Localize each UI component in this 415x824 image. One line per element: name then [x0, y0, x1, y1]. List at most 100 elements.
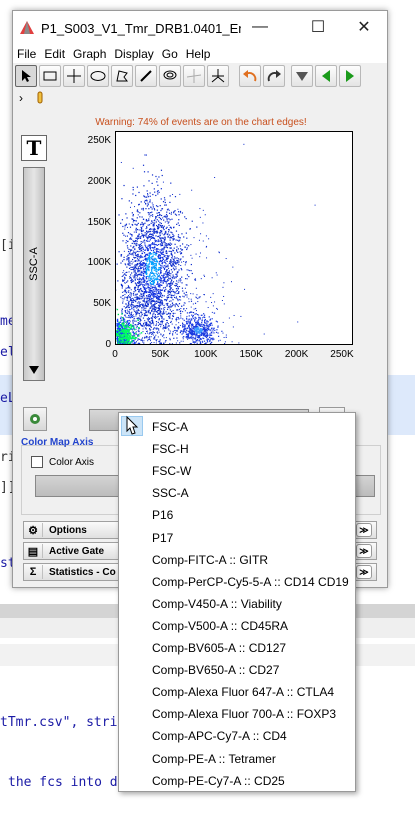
pointer-icon [22, 70, 31, 82]
menu-edit[interactable]: Edit [44, 47, 65, 61]
scatter-plot[interactable] [115, 131, 353, 345]
checkbox-box[interactable] [31, 456, 43, 468]
parameter-option[interactable]: FSC-H [152, 442, 189, 456]
window-title: P1_S003_V1_Tmr_DRB1.0401_Enr.fcs: ... [41, 20, 241, 36]
parameter-option[interactable]: Comp-PE-A :: Tetramer [152, 752, 276, 766]
y-axis-label: SSC-A [28, 247, 40, 281]
parameter-option[interactable]: SSC-A [152, 486, 189, 500]
x-tick-label: 200K [284, 349, 309, 360]
rectangle-tool-button[interactable] [39, 65, 61, 87]
parameter-option[interactable]: Comp-V500-A :: CD45RA [152, 619, 288, 633]
parameter-option[interactable]: Comp-BV605-A :: CD127 [152, 641, 286, 655]
parameter-dropdown-list: FSC-AFSC-HFSC-WSSC-AP16P17Comp-FITC-A ::… [118, 412, 356, 792]
ellipse-tool-button[interactable] [87, 65, 109, 87]
x-tick-label: 100K [194, 349, 218, 360]
crosshair-icon [67, 69, 81, 83]
x-tick-label: 250K [330, 349, 354, 360]
menu-help[interactable]: Help [186, 47, 211, 61]
dropdown-arrow-icon [29, 366, 39, 374]
y-axis-parameter-dropdown[interactable]: SSC-A [23, 167, 45, 381]
menu-go[interactable]: Go [162, 47, 178, 61]
y-tick-label: 150K [87, 216, 111, 228]
expand-chevron-icon[interactable]: › [19, 91, 23, 105]
parameter-option[interactable]: P16 [152, 508, 173, 522]
chevron-down-icon[interactable]: ≫ [356, 544, 372, 558]
arrow-left-icon [322, 70, 330, 82]
menu-graph[interactable]: Graph [73, 47, 106, 61]
active-gate-label: Active Gate [49, 545, 105, 557]
code-line: tTmr.csv", stri [0, 715, 118, 730]
test-tube-icon[interactable] [35, 91, 45, 105]
color-axis-checkbox[interactable]: Color Axis [31, 456, 94, 468]
polygon-tool-button[interactable] [111, 65, 133, 87]
parameter-option[interactable]: Comp-Alexa Fluor 647-A :: CTLA4 [152, 685, 334, 699]
y-tick-label: 0 [105, 339, 111, 350]
x-tick-label: 50K [151, 349, 170, 360]
menu-file[interactable]: File [17, 47, 36, 61]
mouse-cursor-icon [126, 415, 139, 435]
chevron-down-icon[interactable]: ≫ [356, 523, 372, 537]
options-label: Options [49, 524, 87, 536]
app-icon [20, 21, 34, 34]
statistics-label: Statistics - Co [49, 566, 116, 578]
x-tick-label: 0 [112, 349, 118, 360]
y-tick-label: 100K [87, 257, 111, 269]
pencil-icon [140, 70, 152, 82]
parameter-option[interactable]: P17 [152, 531, 173, 545]
code-line: the fcs into d [8, 775, 118, 790]
forward-button[interactable] [339, 65, 361, 87]
crosshair-tool-button[interactable] [63, 65, 85, 87]
parameter-option[interactable]: Comp-APC-Cy7-A :: CD4 [152, 729, 287, 743]
parameter-option[interactable]: Comp-FITC-A :: GITR [152, 553, 268, 567]
x-tick-label: 150K [239, 349, 263, 360]
triangle-down-icon [296, 72, 308, 81]
y-tick-label: 50K [93, 298, 111, 310]
quadrant-tool-button[interactable] [183, 65, 205, 87]
undo-button[interactable] [239, 65, 261, 87]
spider-tool-button[interactable] [207, 65, 229, 87]
parameter-option[interactable]: Comp-V450-A :: Viability [152, 597, 282, 611]
parameter-option[interactable]: FSC-A [152, 420, 188, 434]
lasso-icon [163, 70, 177, 80]
text-annotation-button[interactable]: T [21, 135, 47, 161]
gear-icon [30, 414, 40, 424]
plot-settings-button[interactable] [23, 407, 47, 431]
y-tick-label: 250K [87, 134, 111, 146]
parameter-option[interactable]: Comp-PE-Cy7-A :: CD25 [152, 774, 285, 788]
gear-icon: ⚙ [27, 523, 43, 537]
filter-button[interactable] [291, 65, 313, 87]
quadrant-icon [187, 69, 201, 83]
gate-icon: ▤ [27, 544, 43, 558]
parameter-option[interactable]: Comp-Alexa Fluor 700-A :: FOXP3 [152, 707, 336, 721]
redo-icon [267, 70, 281, 82]
color-axis-label: Color Axis [49, 456, 95, 468]
chevron-down-icon[interactable]: ≫ [356, 565, 372, 579]
secondary-toolbar: › [13, 89, 387, 107]
minimize-button[interactable]: — [239, 11, 281, 43]
close-button[interactable]: ✕ [343, 11, 385, 43]
parameter-option[interactable]: Comp-BV650-A :: CD27 [152, 663, 279, 677]
color-map-legend: Color Map Axis [21, 437, 94, 448]
spider-icon [211, 69, 225, 83]
back-button[interactable] [315, 65, 337, 87]
undo-icon [243, 70, 257, 82]
scatter-plot-svg [116, 143, 316, 344]
lasso-tool-button[interactable] [159, 65, 181, 87]
toolbar [13, 63, 387, 89]
pointer-tool-button[interactable] [15, 65, 37, 87]
rectangle-icon [43, 71, 57, 81]
pencil-tool-button[interactable] [135, 65, 157, 87]
maximize-button[interactable]: ☐ [297, 11, 339, 43]
polygon-icon [116, 70, 128, 82]
arrow-right-icon [346, 70, 354, 82]
sigma-icon: Σ [27, 565, 43, 579]
parameter-option[interactable]: FSC-W [152, 464, 191, 478]
redo-button[interactable] [263, 65, 285, 87]
edge-warning: Warning: 74% of events are on the chart … [95, 117, 307, 128]
menu-display[interactable]: Display [114, 47, 153, 61]
ellipse-icon [90, 71, 106, 81]
y-tick-label: 200K [87, 175, 111, 187]
title-bar[interactable]: P1_S003_V1_Tmr_DRB1.0401_Enr.fcs: ... — … [13, 11, 387, 45]
menu-bar: File Edit Graph Display Go Help [13, 45, 387, 63]
parameter-option[interactable]: Comp-PerCP-Cy5-5-A :: CD14 CD19 [152, 575, 349, 589]
